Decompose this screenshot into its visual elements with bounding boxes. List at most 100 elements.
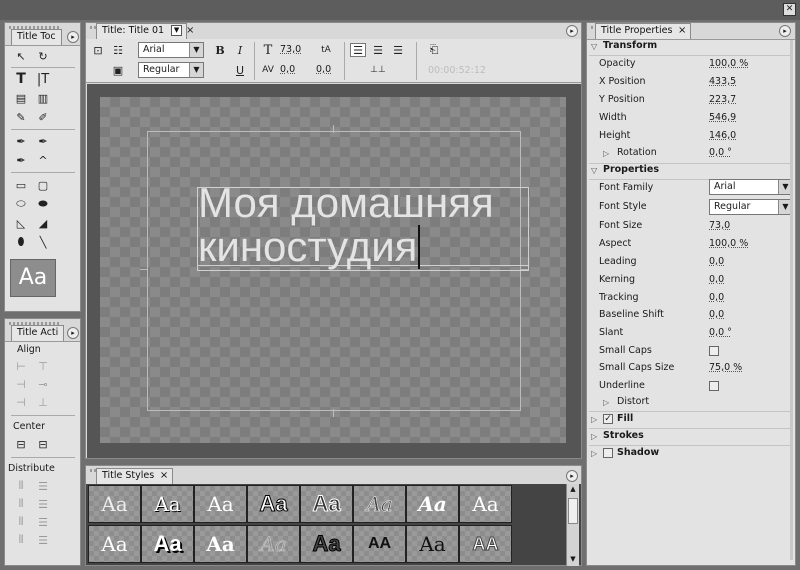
strokes-section-header[interactable]: ▷ Strokes: [589, 429, 793, 444]
slant-value[interactable]: 0,0 °: [709, 327, 732, 338]
tab-title-01[interactable]: Title: Title 01 ▼: [96, 23, 188, 39]
ellipse-tool-icon[interactable]: ⬮: [13, 235, 29, 249]
title-style-sample[interactable]: Aa: [141, 525, 194, 563]
font-size-prop-value[interactable]: 73,0: [709, 220, 730, 231]
panel-menu-icon[interactable]: ▸: [67, 327, 79, 339]
align-center-text-button[interactable]: ☰: [370, 43, 386, 57]
title-style-sample[interactable]: Aa: [300, 525, 353, 563]
title-style-sample[interactable]: Aa: [406, 525, 459, 563]
fill-section-header[interactable]: ▷ ✓ Fill: [589, 412, 793, 427]
leading-value[interactable]: 0,0: [316, 64, 331, 75]
pen-tool-icon[interactable]: ✒: [13, 134, 29, 148]
center-vertical-icon[interactable]: ⊟: [35, 437, 51, 451]
fill-checkbox[interactable]: ✓: [603, 414, 613, 424]
scroll-up-icon[interactable]: ▲: [568, 485, 578, 495]
height-value[interactable]: 146,0: [709, 130, 736, 141]
small-caps-size-value[interactable]: 75,0 %: [709, 362, 742, 373]
line-tool-icon[interactable]: ╲: [35, 235, 51, 249]
rectangle-tool-icon[interactable]: ▭: [13, 178, 29, 192]
bold-button[interactable]: B: [212, 43, 228, 57]
tab-title-actions[interactable]: Title Acti: [11, 325, 65, 341]
title-style-sample[interactable]: Aa: [247, 525, 300, 563]
distribute-bottom-icon[interactable]: ☰: [35, 515, 51, 529]
align-left-text-button[interactable]: ☰: [350, 43, 366, 57]
align-top-icon[interactable]: ⊤: [35, 359, 51, 373]
distribute-center-h-icon[interactable]: ⫴: [13, 497, 29, 511]
font-size-value[interactable]: 73,0: [280, 44, 301, 55]
delete-anchor-tool-icon[interactable]: ✒: [35, 134, 51, 148]
prop-font-style-select[interactable]: Regular ▼: [709, 199, 793, 215]
title-style-sample[interactable]: Aa: [300, 485, 353, 523]
title-style-sample[interactable]: Aa: [247, 485, 300, 523]
styles-scrollbar[interactable]: ▲ ▼: [566, 484, 579, 566]
templates-icon[interactable]: ▣: [110, 63, 126, 77]
selection-tool-icon[interactable]: ↖: [13, 49, 29, 63]
collapsed-triangle-icon[interactable]: ▷: [603, 149, 609, 158]
show-background-video-icon[interactable]: ⎗: [426, 43, 442, 57]
align-left-icon[interactable]: ⊢: [13, 359, 29, 373]
title-style-sample[interactable]: Aa: [194, 485, 247, 523]
title-style-sample[interactable]: AA: [353, 525, 406, 563]
prop-font-family-select[interactable]: Arial ▼: [709, 179, 793, 195]
tab-stops-icon[interactable]: ⊥⊥: [370, 63, 386, 77]
shadow-section-header[interactable]: ▷ Shadow: [589, 446, 793, 461]
new-title-icon[interactable]: ⊡: [90, 43, 106, 57]
distribute-vertical-icon[interactable]: ☰: [35, 533, 51, 547]
vertical-area-type-tool-icon[interactable]: ▥: [35, 91, 51, 105]
tab-title-tools[interactable]: Title Toc: [11, 29, 62, 45]
opacity-value[interactable]: 100,0 %: [709, 58, 748, 69]
align-center-h-icon[interactable]: ⊣: [13, 377, 29, 391]
shadow-checkbox[interactable]: [603, 448, 613, 458]
tab-dropdown-icon[interactable]: ▼: [171, 25, 183, 36]
vertical-type-tool-icon[interactable]: |T: [35, 72, 51, 87]
title-style-sample[interactable]: Aa: [88, 485, 141, 523]
aspect-value[interactable]: 100,0 %: [709, 238, 748, 249]
clipped-corner-tool-icon[interactable]: ⬭: [13, 197, 29, 211]
small-caps-checkbox[interactable]: [709, 346, 719, 356]
properties-section-header[interactable]: ▽ Properties: [589, 164, 793, 178]
panel-menu-icon[interactable]: ▸: [566, 25, 578, 37]
rounded-corner-tool-icon[interactable]: ⬬: [35, 197, 51, 211]
tab-title-styles[interactable]: Title Styles ×: [96, 468, 174, 484]
rotation-tool-icon[interactable]: ↻: [35, 49, 51, 63]
distribute-left-icon[interactable]: ⫴: [13, 479, 29, 493]
italic-button[interactable]: I: [232, 43, 248, 57]
distribute-right-icon[interactable]: ⫴: [13, 515, 29, 529]
underline-checkbox[interactable]: [709, 381, 719, 391]
font-family-select[interactable]: Arial ▼: [138, 42, 204, 58]
wedge-tool-icon[interactable]: ◺: [13, 216, 29, 230]
close-tab-icon[interactable]: ×: [160, 470, 168, 481]
align-right-text-button[interactable]: ☰: [390, 43, 406, 57]
title-canvas[interactable]: Моя домашняя киностудия: [100, 97, 566, 443]
tracking-value[interactable]: 0,0: [709, 292, 724, 303]
title-style-sample[interactable]: Aa: [353, 485, 406, 523]
roll-crawl-options-icon[interactable]: ☷: [110, 43, 126, 57]
arc-tool-icon[interactable]: ◢: [35, 216, 51, 230]
title-style-sample[interactable]: Aa: [88, 525, 141, 563]
title-style-sample[interactable]: Aa: [459, 485, 512, 523]
panel-menu-icon[interactable]: ▸: [67, 31, 79, 43]
path-type-tool-icon[interactable]: ✎: [13, 110, 29, 124]
panel-menu-icon[interactable]: ▸: [779, 25, 791, 37]
add-anchor-tool-icon[interactable]: ✒: [13, 153, 29, 167]
width-value[interactable]: 546,9: [709, 112, 736, 123]
title-style-sample[interactable]: Aa: [141, 485, 194, 523]
align-center-v-icon[interactable]: ⊸: [35, 377, 51, 391]
distribute-top-icon[interactable]: ☰: [35, 479, 51, 493]
collapsed-triangle-icon[interactable]: ▷: [603, 398, 609, 407]
x-position-value[interactable]: 433,5: [709, 76, 736, 87]
center-horizontal-icon[interactable]: ⊟: [13, 437, 29, 451]
underline-button[interactable]: U: [232, 63, 248, 77]
type-tool-icon[interactable]: T: [13, 71, 29, 87]
rounded-rectangle-tool-icon[interactable]: ▢: [35, 178, 51, 192]
kerning-prop-value[interactable]: 0,0: [709, 274, 724, 285]
kerning-value[interactable]: 0,0: [280, 64, 295, 75]
distribute-center-v-icon[interactable]: ☰: [35, 497, 51, 511]
title-text[interactable]: Моя домашняя киностудия: [198, 181, 494, 269]
convert-anchor-tool-icon[interactable]: ^: [35, 153, 51, 167]
font-style-select[interactable]: Regular ▼: [138, 62, 204, 78]
scrollbar-thumb[interactable]: [568, 498, 578, 524]
scroll-down-icon[interactable]: ▼: [568, 555, 578, 565]
transform-section-header[interactable]: ▽ Transform: [589, 40, 793, 54]
title-style-sample[interactable]: Aa: [406, 485, 459, 523]
